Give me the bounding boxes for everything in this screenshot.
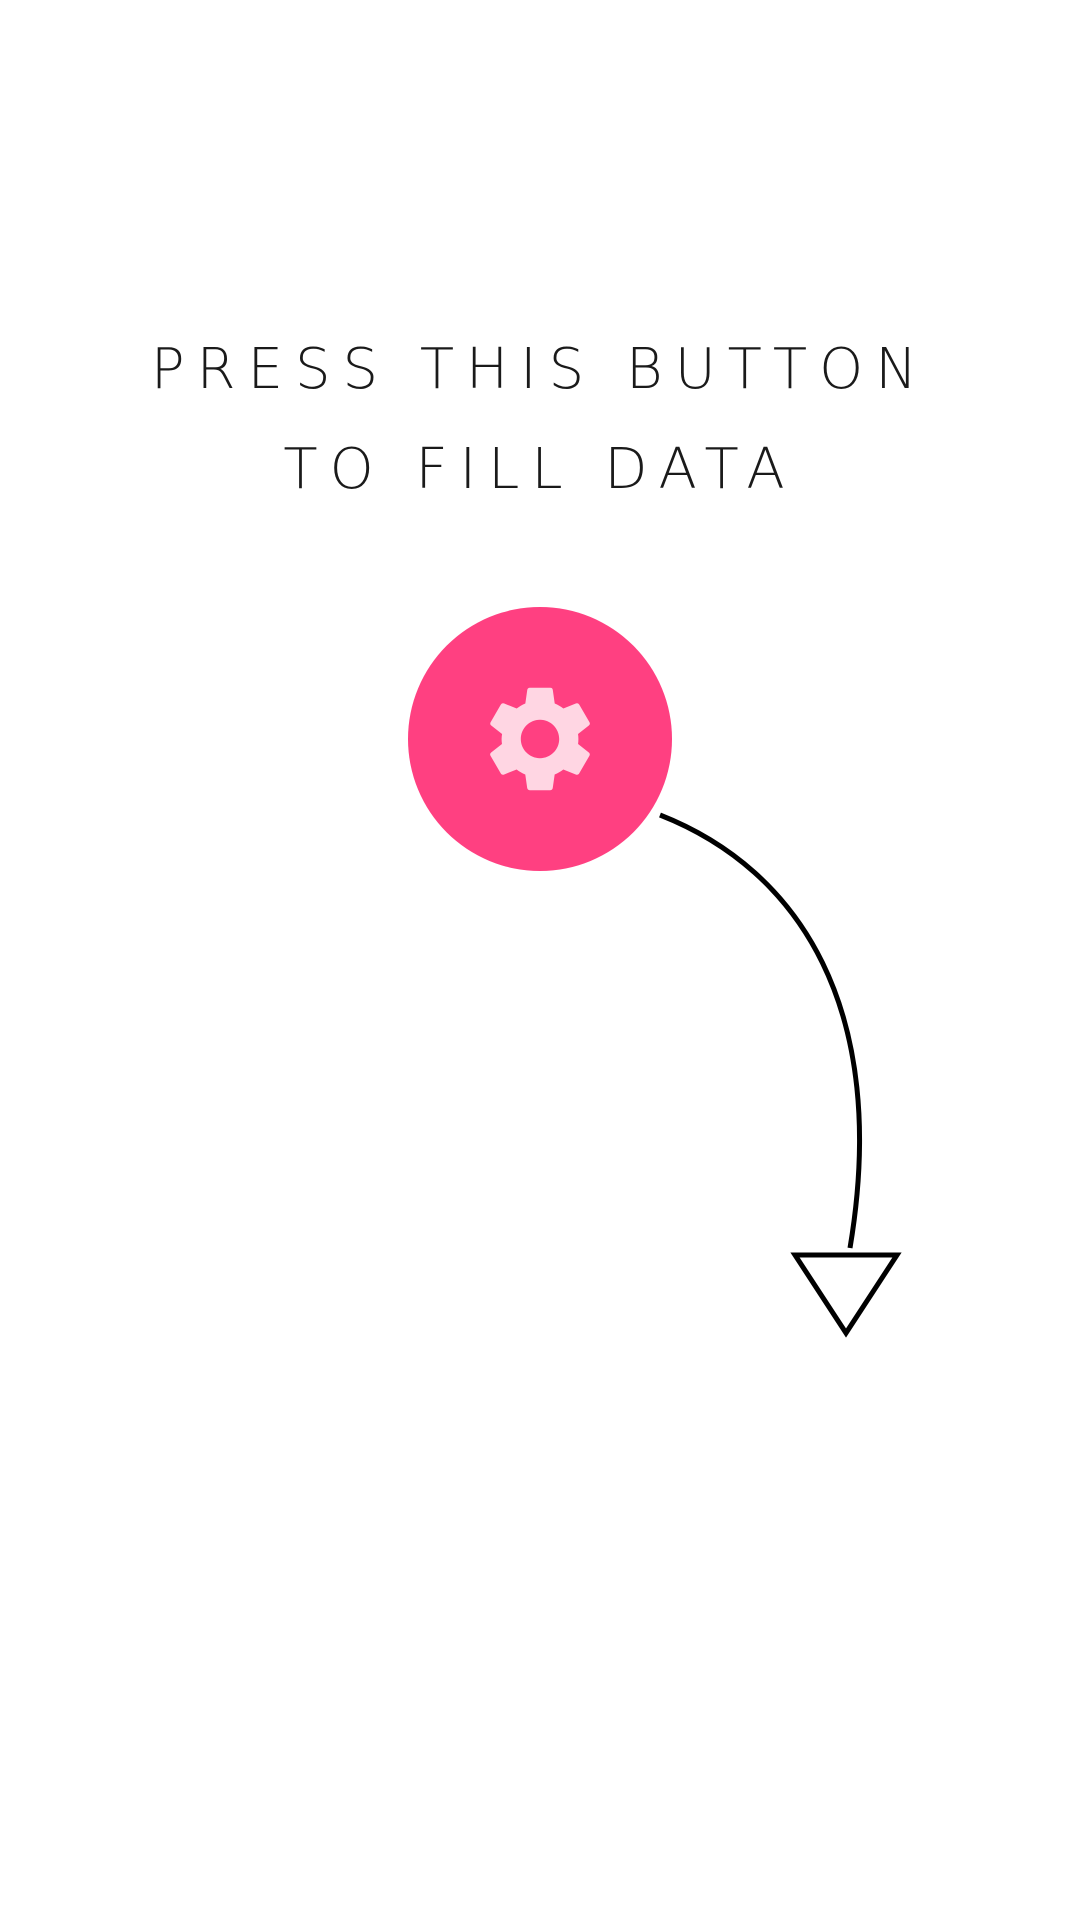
fill-data-button[interactable]: [408, 607, 672, 871]
arrow-head: [790, 1252, 902, 1338]
instruction-line-2: TO FILL DATA: [283, 437, 797, 502]
instruction-text: PRESS THIS BUTTON TO FILL DATA: [0, 320, 1080, 520]
curved-arrow-down-icon: [659, 812, 902, 1338]
instruction-line-1: PRESS THIS BUTTON: [150, 337, 930, 402]
settings-gear-icon: [490, 687, 590, 791]
arrow-curve: [659, 812, 863, 1249]
